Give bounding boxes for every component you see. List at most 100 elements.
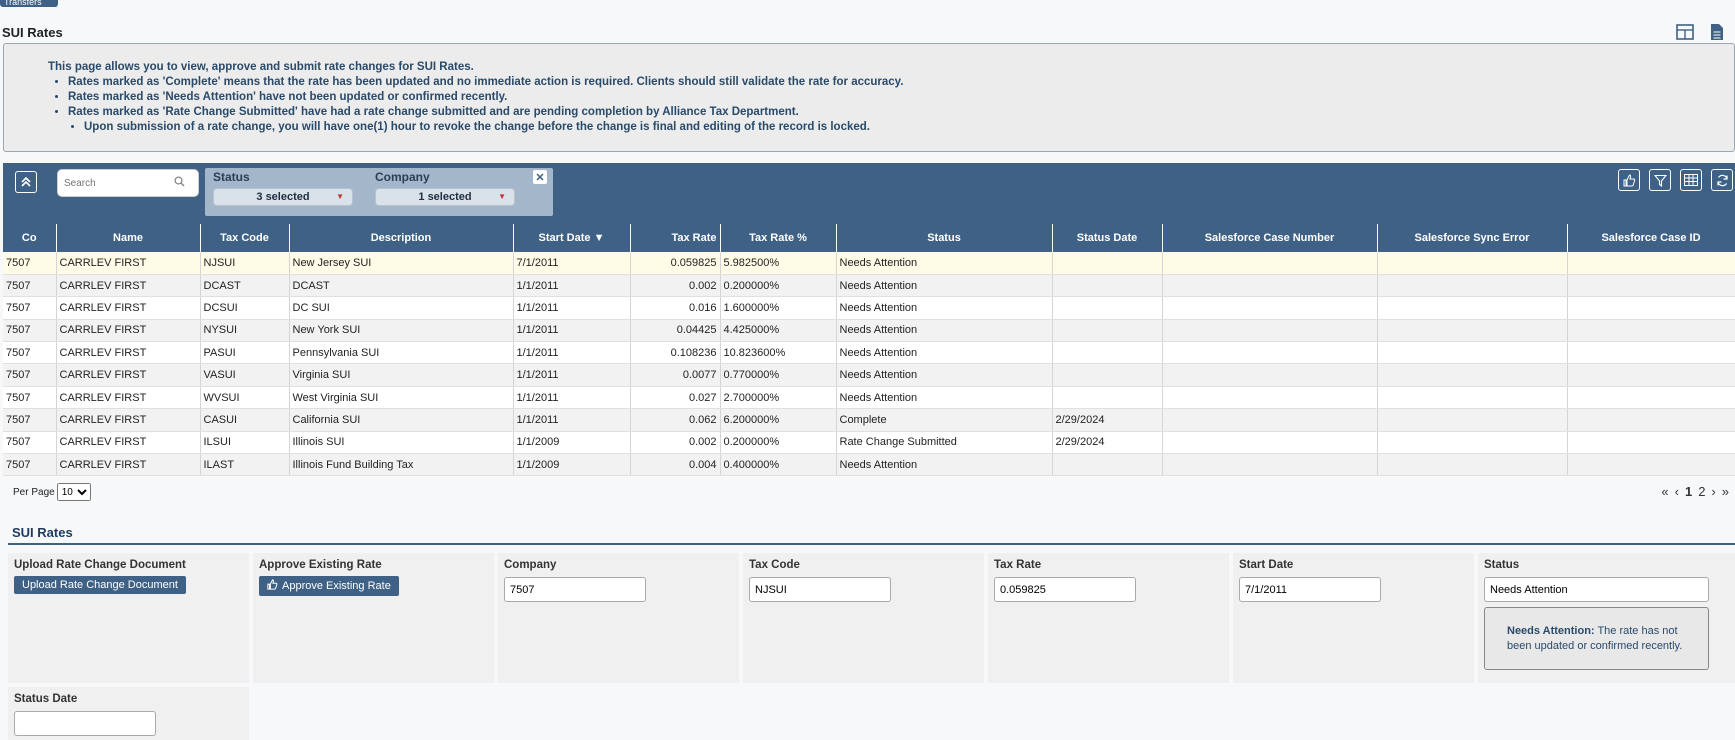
- table-row[interactable]: 7507 CARRLEV FIRST PASUI Pennsylvania SUI 1/…: [3, 341, 1735, 365]
- search-input[interactable]: [64, 177, 174, 189]
- cell-description: New York SUI: [289, 319, 514, 343]
- transfers-tab[interactable]: Transfers: [0, 0, 58, 7]
- taxrate-label: Tax Rate: [994, 559, 1042, 571]
- next-page-button[interactable]: ›: [1711, 484, 1715, 499]
- company-field[interactable]: [504, 577, 646, 602]
- statusdate-field[interactable]: [14, 711, 156, 736]
- cell-tax-rate: 0.002: [630, 274, 721, 298]
- approve-label: Approve Existing Rate: [259, 559, 382, 571]
- cell-co: 7507: [3, 363, 57, 387]
- document-icon[interactable]: [1707, 22, 1727, 42]
- table-row[interactable]: 7507 CARRLEV FIRST ILAST Illinois Fund Buil…: [3, 453, 1735, 477]
- column-header-description[interactable]: Description: [289, 224, 514, 252]
- column-header-sf-case-id[interactable]: Salesforce Case ID: [1567, 224, 1735, 252]
- table-row[interactable]: 7507 CARRLEV FIRST DCSUI DC SUI 1/1/2011 0.01…: [3, 296, 1735, 320]
- column-header-start-date[interactable]: Start Date ▼: [513, 224, 631, 252]
- cell-tax-rate: 0.004: [630, 453, 721, 477]
- cell-sf-sync-error: [1377, 274, 1568, 298]
- info-sublist: Upon submission of a rate change, you wi…: [68, 120, 1734, 135]
- grid-tool-buttons: [1618, 169, 1733, 191]
- columns-grid-icon[interactable]: [1680, 169, 1702, 191]
- table-row[interactable]: 7507 CARRLEV FIRST CASUI California SUI 1/1/…: [3, 408, 1735, 432]
- company-filter-label: Company: [375, 170, 430, 184]
- cell-tax-rate: 0.062: [630, 408, 721, 432]
- section-divider: [8, 543, 1735, 545]
- column-header-co[interactable]: Co: [3, 224, 57, 252]
- company-cell: Company: [498, 553, 739, 683]
- column-header-status-date[interactable]: Status Date: [1052, 224, 1163, 252]
- status-filter-value: 3 selected: [256, 191, 310, 203]
- cell-tax-rate: 0.0077: [630, 363, 721, 387]
- cell-co: 7507: [3, 341, 57, 365]
- cell-sf-sync-error: [1377, 453, 1568, 477]
- cell-sf-sync-error: [1377, 408, 1568, 432]
- info-intro: This page allows you to view, approve an…: [48, 61, 474, 73]
- page-1-button[interactable]: 1: [1685, 484, 1692, 499]
- search-icon[interactable]: [174, 176, 185, 190]
- cell-sf-case-id: [1567, 296, 1735, 320]
- cell-co: 7507: [3, 431, 57, 455]
- status-label: Status: [1484, 559, 1520, 571]
- last-page-button[interactable]: »: [1722, 484, 1729, 499]
- cell-sf-case-id: [1567, 319, 1735, 343]
- close-filter-icon[interactable]: ✕: [533, 170, 547, 184]
- column-header-tax-rate-pct[interactable]: Tax Rate %: [720, 224, 837, 252]
- table-row[interactable]: 7507 CARRLEV FIRST WVSUI West Virginia SUI 1…: [3, 386, 1735, 410]
- cell-co: 7507: [3, 252, 57, 275]
- company-filter-select[interactable]: 1 selected ▼: [375, 188, 515, 206]
- cell-start-date: 1/1/2011: [513, 296, 631, 320]
- upload-cell: Upload Rate Change Document Upload Rate …: [8, 553, 249, 683]
- status-field[interactable]: [1484, 577, 1709, 602]
- filter-icon[interactable]: [1649, 169, 1671, 191]
- table-row[interactable]: 7507 CARRLEV FIRST ILSUI Illinois SUI 1/1/20…: [3, 431, 1735, 455]
- cell-tax-rate-pct: 0.400000%: [720, 453, 837, 477]
- table-row[interactable]: 7507 CARRLEV FIRST NJSUI New Jersey SUI 7/1/…: [3, 252, 1735, 275]
- cell-tax-code: ILSUI: [200, 431, 290, 455]
- taxrate-field[interactable]: [994, 577, 1136, 602]
- page-2-button[interactable]: 2: [1698, 484, 1705, 499]
- table-row[interactable]: 7507 CARRLEV FIRST DCAST DCAST 1/1/2011 0.002…: [3, 274, 1735, 298]
- company-label: Company: [504, 559, 557, 571]
- cell-status: Needs Attention: [836, 319, 1053, 343]
- approve-rate-button[interactable]: Approve Existing Rate: [259, 576, 399, 596]
- per-page-control: Per Page 10: [13, 483, 91, 501]
- cell-tax-rate-pct: 4.425000%: [720, 319, 837, 343]
- cell-status: Rate Change Submitted: [836, 431, 1053, 455]
- grid-toolbar: Status 3 selected ▼ Company 1 selected ▼…: [3, 163, 1735, 224]
- thumbs-up-icon[interactable]: [1618, 169, 1640, 191]
- prev-page-button[interactable]: ‹: [1675, 484, 1679, 499]
- cell-sf-case-number: [1162, 408, 1378, 432]
- grid-layout-icon[interactable]: [1675, 22, 1695, 42]
- first-page-button[interactable]: «: [1661, 484, 1668, 499]
- table-row[interactable]: 7507 CARRLEV FIRST VASUI Virginia SUI 1/1/20…: [3, 363, 1735, 387]
- cell-start-date: 1/1/2011: [513, 274, 631, 298]
- per-page-select[interactable]: 10: [56, 483, 91, 501]
- cell-name: CARRLEV FIRST: [56, 252, 201, 275]
- table-row[interactable]: 7507 CARRLEV FIRST NYSUI New York SUI 1/1/20…: [3, 319, 1735, 343]
- startdate-field[interactable]: [1239, 577, 1381, 602]
- column-header-sf-case-number[interactable]: Salesforce Case Number: [1162, 224, 1378, 252]
- column-header-tax-rate[interactable]: Tax Rate: [630, 224, 721, 252]
- cell-sf-sync-error: [1377, 341, 1568, 365]
- column-header-status[interactable]: Status: [836, 224, 1053, 252]
- cell-status-date: [1052, 252, 1163, 275]
- column-header-tax-code[interactable]: Tax Code: [200, 224, 290, 252]
- startdate-label: Start Date: [1239, 559, 1294, 571]
- cell-sf-case-number: [1162, 274, 1378, 298]
- cell-name: CARRLEV FIRST: [56, 363, 201, 387]
- cell-co: 7507: [3, 408, 57, 432]
- column-header-name[interactable]: Name: [56, 224, 201, 252]
- column-header-sf-sync-error[interactable]: Salesforce Sync Error: [1377, 224, 1568, 252]
- caret-down-icon: ▼: [336, 192, 344, 201]
- refresh-icon[interactable]: [1711, 169, 1733, 191]
- upload-document-button[interactable]: Upload Rate Change Document: [14, 576, 186, 594]
- collapse-up-icon[interactable]: [15, 171, 37, 193]
- cell-sf-case-id: [1567, 252, 1735, 275]
- page-title: SUI Rates: [2, 25, 63, 40]
- cell-tax-code: WVSUI: [200, 386, 290, 410]
- cell-status: Needs Attention: [836, 341, 1053, 365]
- cell-status: Needs Attention: [836, 386, 1053, 410]
- status-filter-select[interactable]: 3 selected ▼: [213, 188, 353, 206]
- cell-tax-code: ILAST: [200, 453, 290, 477]
- taxcode-field[interactable]: [749, 577, 891, 602]
